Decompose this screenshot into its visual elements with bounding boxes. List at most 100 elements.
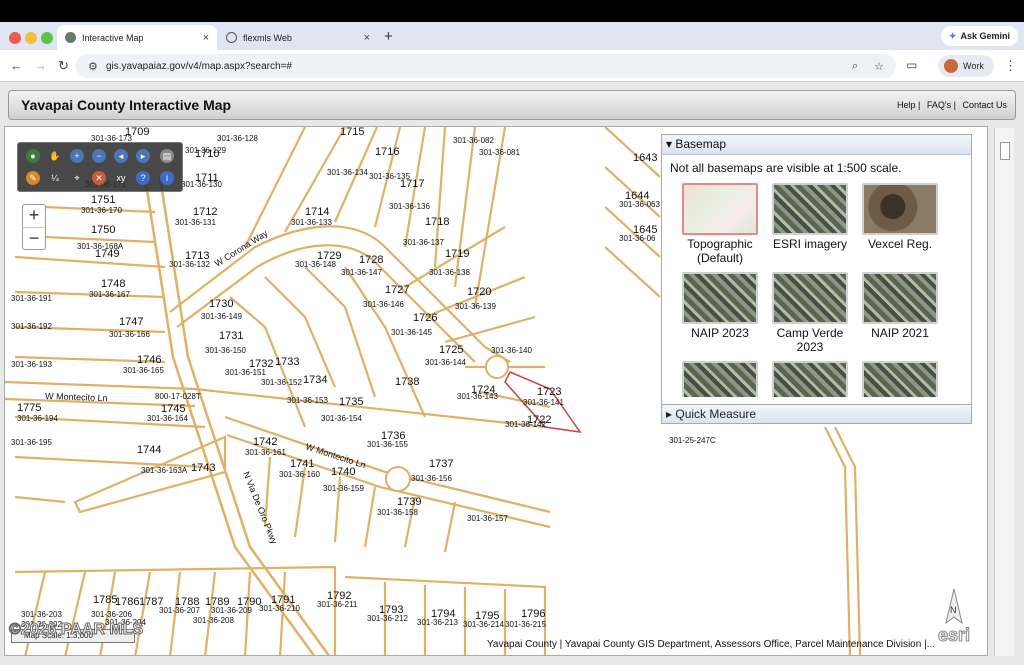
north-arrow-icon: N xyxy=(945,588,963,625)
back-button[interactable]: ← xyxy=(10,58,23,73)
bookmark-star-icon[interactable]: ☆ xyxy=(874,60,884,73)
favicon-icon xyxy=(226,32,237,43)
close-tab-icon[interactable]: × xyxy=(203,32,209,44)
tab-flexmls[interactable]: flexmls Web × xyxy=(218,25,378,50)
parcel-label: 301-36-165 xyxy=(123,366,164,375)
basemap-option-naip-2023[interactable]: NAIP 2023 xyxy=(680,272,760,340)
scrollbar-thumb[interactable] xyxy=(1000,142,1010,160)
lot-label: 1643 xyxy=(633,152,657,164)
parcel-label: 301-36-063 xyxy=(619,200,660,209)
lot-label: 1714 xyxy=(305,206,329,218)
globe-icon[interactable]: ● xyxy=(26,149,40,163)
parcel-label: 301-36-133 xyxy=(291,218,332,227)
zoom-in-icon[interactable]: + xyxy=(70,149,84,163)
contact-link[interactable]: Contact Us xyxy=(962,100,1007,110)
web-page: Yavapai County Interactive Map Help | FA… xyxy=(0,82,1024,665)
lot-label: 1715 xyxy=(340,127,364,138)
basemap-thumbnail xyxy=(772,272,848,324)
parcel-label: 301-36-081 xyxy=(479,148,520,157)
site-info-icon[interactable]: ⚙ xyxy=(88,60,98,73)
faq-link[interactable]: FAQ's xyxy=(927,100,951,110)
zoom-out-button[interactable]: − xyxy=(23,227,45,249)
parcel-label: 301-36-213 xyxy=(417,618,458,627)
parcel-label: 301-36-209 xyxy=(211,606,252,615)
lot-label: 1738 xyxy=(395,376,419,388)
url-input[interactable]: ⚙ gis.yavapaiaz.gov/v4/map.aspx?search=#… xyxy=(76,54,896,78)
lot-label: 1741 xyxy=(290,458,314,470)
eraser-icon[interactable]: ✕ xyxy=(92,171,106,185)
esri-wordmark: esri xyxy=(937,625,971,646)
cast-icon[interactable]: ▭ xyxy=(906,58,917,72)
lot-label: 1746 xyxy=(137,354,161,366)
tab-label: flexmls Web xyxy=(243,32,292,43)
page-scrollbar[interactable] xyxy=(994,128,1014,656)
map-attribution: Yavapai County | Yavapai County GIS Depa… xyxy=(487,639,936,650)
north-label: N xyxy=(950,605,957,615)
zoom-control: + − xyxy=(22,204,46,250)
lot-label: 1728 xyxy=(359,254,383,266)
forward-button[interactable]: → xyxy=(34,58,47,73)
close-window-icon[interactable] xyxy=(9,32,21,44)
zoom-forward-icon[interactable]: ▸ xyxy=(136,149,150,163)
scale-icon[interactable]: ¼ xyxy=(48,171,62,185)
minimize-window-icon[interactable] xyxy=(25,32,37,44)
basemap-option-partial[interactable] xyxy=(680,361,760,397)
lot-label: 1742 xyxy=(253,436,277,448)
lot-label: 1748 xyxy=(101,278,125,290)
basemap-thumbnail xyxy=(862,183,938,235)
maximize-window-icon[interactable] xyxy=(41,32,53,44)
lot-label: 1712 xyxy=(193,206,217,218)
lot-label: 1737 xyxy=(429,458,453,470)
tab-interactive-map[interactable]: Interactive Map × xyxy=(57,25,217,50)
basemap-option-partial[interactable] xyxy=(860,361,940,397)
parcel-label: 301-36-140 xyxy=(491,346,532,355)
info-icon[interactable]: i xyxy=(160,171,174,185)
lot-label: 1747 xyxy=(119,316,143,328)
gemini-icon: ✦ xyxy=(948,30,957,41)
expand-icon: ▸ xyxy=(666,407,673,421)
basemap-option-camp-verde-2023[interactable]: Camp Verde 2023 xyxy=(770,272,850,354)
help-icon[interactable]: ? xyxy=(136,171,150,185)
parcel-label: 301-36-194 xyxy=(17,414,58,423)
lot-label: 1716 xyxy=(375,146,399,158)
parcel-label: 301-36-142 xyxy=(505,420,546,429)
basemap-option-esri-imagery[interactable]: ESRI imagery xyxy=(770,183,850,251)
xy-icon[interactable]: xy xyxy=(114,171,128,185)
basemap-header[interactable]: ▾ Basemap xyxy=(662,135,971,155)
measure-icon[interactable]: ✎ xyxy=(26,171,40,185)
basemap-thumbnail xyxy=(682,361,758,397)
quick-measure-panel[interactable]: ▸ Quick Measure xyxy=(661,404,972,424)
ask-gemini-button[interactable]: ✦ Ask Gemini xyxy=(940,26,1018,46)
basemap-thumbnail xyxy=(772,183,848,235)
zoom-back-icon[interactable]: ◂ xyxy=(114,149,128,163)
favicon-icon xyxy=(65,32,76,43)
basemap-option-label: Topographic (Default) xyxy=(687,237,753,265)
new-tab-button[interactable]: + xyxy=(384,28,393,45)
parcel-label: 301-36-130 xyxy=(181,180,222,189)
basemap-option-label: Camp Verde 2023 xyxy=(776,326,844,354)
profile-button[interactable]: Work xyxy=(938,55,994,77)
map-canvas[interactable]: 1715 1716 1717 1718 1719 1720 1714 1729 … xyxy=(4,126,988,656)
parcel-label: 301-36-154 xyxy=(321,414,362,423)
basemap-option-topographic[interactable]: Topographic (Default) xyxy=(680,183,760,265)
zoom-out-icon[interactable]: − xyxy=(92,149,106,163)
basemap-option-partial[interactable] xyxy=(770,361,850,397)
pan-hand-icon[interactable]: ✋ xyxy=(48,149,62,163)
lot-label: 1718 xyxy=(425,216,449,228)
parcel-label: 301-36-215 xyxy=(505,620,546,629)
zoom-in-button[interactable]: + xyxy=(23,205,45,227)
close-tab-icon[interactable]: × xyxy=(364,32,370,44)
basemap-option-naip-2021[interactable]: NAIP 2021 xyxy=(860,272,940,340)
browser-menu-button[interactable]: ⋮ xyxy=(1004,58,1017,74)
parcel-label: 301-36-158 xyxy=(377,508,418,517)
basemap-option-vexcel[interactable]: Vexcel Reg. xyxy=(860,183,940,251)
identify-icon[interactable]: ⌖ xyxy=(70,171,84,185)
reload-button[interactable]: ↻ xyxy=(58,58,69,74)
parcel-label: 301-36-193 xyxy=(11,360,52,369)
lot-label: 1733 xyxy=(275,356,299,368)
print-icon[interactable]: ▤ xyxy=(160,149,174,163)
parcel-label: 301-36-145 xyxy=(391,328,432,337)
esri-logo: N esri xyxy=(929,587,979,651)
zoom-icon[interactable]: ⌕ xyxy=(852,60,858,73)
help-link[interactable]: Help xyxy=(897,100,916,110)
